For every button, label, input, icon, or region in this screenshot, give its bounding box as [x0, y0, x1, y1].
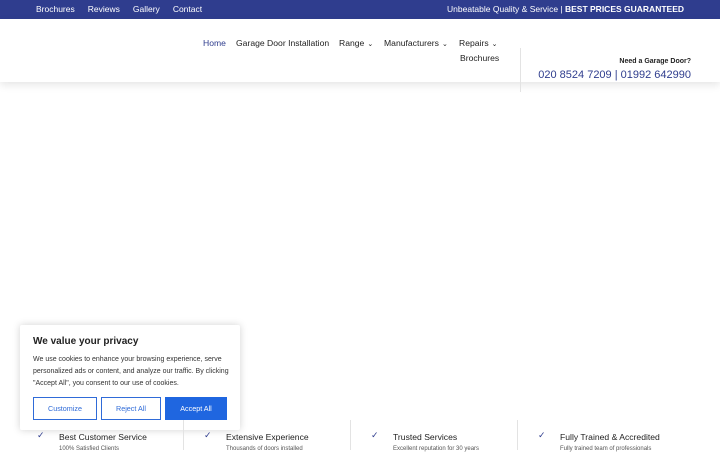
features-strip: ✓ Best Customer Service 100% Satisfied C…: [0, 420, 720, 452]
cookie-body: We use cookies to enhance your browsing …: [33, 356, 229, 387]
contact-phones[interactable]: 020 8524 7209 | 01992 642990: [538, 69, 691, 81]
nav-manufacturers-label: Manufacturers: [384, 38, 439, 48]
nav-item-home[interactable]: Home: [203, 38, 226, 48]
feature-title: Extensive Experience: [226, 432, 309, 442]
cookie-title: We value your privacy: [33, 336, 139, 347]
feature-title: Fully Trained & Accredited: [560, 432, 660, 442]
reject-all-button[interactable]: Reject All: [101, 397, 161, 420]
top-links: Brochures Reviews Gallery Contact: [36, 4, 202, 14]
top-link-gallery[interactable]: Gallery: [133, 4, 160, 14]
check-icon: ✓: [204, 430, 212, 440]
nav-item-brochures[interactable]: Brochures: [460, 53, 499, 63]
top-link-contact[interactable]: Contact: [173, 4, 202, 14]
tagline-bold: BEST PRICES GUARANTEED: [564, 4, 684, 14]
chevron-down-icon: ⌄: [491, 41, 498, 48]
feature-subtitle: Excellent reputation for 30 years: [393, 446, 480, 452]
feature-subtitle: Thousands of doors installed: [226, 446, 303, 452]
tagline-text: Unbeatable Quality & Service |: [447, 4, 565, 14]
check-icon: ✓: [371, 430, 379, 440]
site-header: Home Garage Door Installation Range ⌄ Man…: [0, 19, 720, 92]
cookie-consent-banner: We value your privacy We use cookies to …: [20, 325, 240, 430]
top-bar: Brochures Reviews Gallery Contact Unbeat…: [0, 0, 720, 19]
nav-item-installation[interactable]: Garage Door Installation: [236, 38, 329, 48]
nav-item-manufacturers[interactable]: Manufacturers ⌄: [384, 38, 448, 48]
chevron-down-icon: ⌄: [441, 41, 448, 48]
top-link-reviews[interactable]: Reviews: [88, 4, 120, 14]
nav-item-range[interactable]: Range ⌄: [339, 38, 373, 48]
feature-subtitle: Fully trained team of professionals: [560, 446, 652, 452]
nav-range-label: Range: [339, 38, 365, 48]
feature-divider: [350, 420, 351, 450]
feature-divider: [183, 420, 184, 450]
nav-item-repairs[interactable]: Repairs ⌄: [459, 38, 498, 48]
header-divider: [520, 48, 521, 92]
check-icon: ✓: [538, 430, 546, 440]
nav-repairs-label: Repairs: [459, 38, 489, 48]
top-tagline: Unbeatable Quality & Service | BEST PRIC…: [447, 4, 684, 14]
feature-subtitle: 100% Satisfied Clients: [59, 446, 120, 452]
customize-button[interactable]: Customize: [33, 397, 97, 420]
contact-label: Need a Garage Door?: [619, 58, 691, 65]
feature-title: Trusted Services: [393, 432, 458, 442]
chevron-down-icon: ⌄: [367, 41, 374, 48]
feature-title: Best Customer Service: [59, 432, 147, 442]
accept-all-button[interactable]: Accept All: [165, 397, 227, 420]
top-link-brochures[interactable]: Brochures: [36, 4, 75, 14]
check-icon: ✓: [37, 430, 45, 440]
feature-divider: [517, 420, 518, 450]
